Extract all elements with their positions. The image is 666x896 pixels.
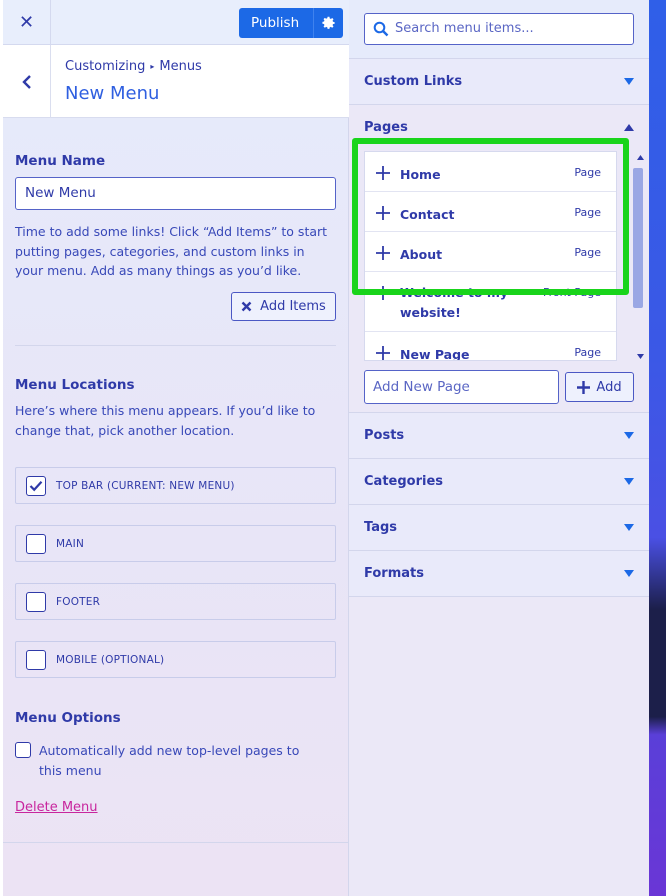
location-checkbox[interactable]: [26, 649, 46, 670]
page-item-new-page[interactable]: New Page Page: [365, 332, 616, 361]
page-item-welcome[interactable]: Welcome to my website! Front Page: [365, 272, 616, 332]
search-placeholder: Search menu items...: [395, 21, 534, 36]
page-item-name: Contact: [400, 207, 455, 222]
page-item-name: New Page: [400, 347, 470, 361]
location-label: MAIN: [56, 537, 84, 550]
section-divider: [15, 345, 336, 346]
search-area: Search menu items...: [349, 0, 649, 59]
section-categories[interactable]: Categories: [349, 459, 649, 505]
menu-locations-help: Here’s where this menu appears. If you’d…: [15, 403, 316, 438]
plus-icon: [376, 206, 390, 220]
section-title: Custom Links: [364, 74, 463, 89]
search-input[interactable]: Search menu items...: [364, 13, 634, 45]
checkmark-icon: [29, 480, 43, 491]
pages-list: Home Page Contact Page About Page Welcom…: [364, 151, 617, 361]
location-top-bar[interactable]: TOP BAR (CURRENT: NEW MENU): [15, 467, 336, 504]
page-item-about[interactable]: About Page: [365, 232, 616, 272]
page-title: New Menu: [65, 83, 160, 104]
page-item-home[interactable]: Home Page: [365, 152, 616, 192]
page-item-type: Page: [574, 166, 601, 179]
section-title: Categories: [364, 474, 444, 489]
plus-icon: [376, 346, 390, 360]
close-icon: [241, 301, 252, 312]
add-items-label: Add Items: [260, 299, 326, 314]
arrow-down-icon: [624, 570, 634, 577]
page-item-type: Front Page: [543, 286, 601, 299]
page-item-type: Page: [574, 246, 601, 259]
menu-locations-label: Menu Locations: [15, 377, 135, 393]
menu-name-help: Time to add some links! Click “Add Items…: [15, 224, 328, 278]
location-checkbox[interactable]: [26, 591, 46, 612]
plus-icon: [376, 286, 390, 300]
customizer-app: ✕ Publish Customizing ▸ Menus New Menu M…: [0, 0, 666, 896]
section-formats[interactable]: Formats: [349, 551, 649, 597]
plus-icon: [376, 166, 390, 180]
section-tags[interactable]: Tags: [349, 505, 649, 551]
scroll-down-icon[interactable]: [637, 354, 644, 359]
publish-group: Publish: [239, 8, 344, 38]
scroll-up-icon[interactable]: [637, 155, 644, 160]
auto-add-label: Automatically add new top-level pages to…: [39, 743, 300, 778]
delete-menu-link[interactable]: Delete Menu: [15, 800, 98, 815]
arrow-down-icon: [624, 524, 634, 531]
menu-options-label: Menu Options: [15, 710, 121, 726]
page-item-name: Welcome to my website!: [400, 285, 509, 320]
location-label: TOP BAR (CURRENT: NEW MENU): [56, 479, 235, 492]
section-posts[interactable]: Posts: [349, 413, 649, 459]
add-page-button[interactable]: Add: [565, 372, 634, 402]
breadcrumb-separator-icon: ▸: [150, 62, 155, 71]
available-menu-items-panel: Search menu items... Custom Links Pages …: [349, 0, 649, 896]
panel-header: Customizing ▸ Menus New Menu: [3, 45, 349, 118]
page-item-type: Page: [574, 206, 601, 219]
chevron-left-icon: [21, 74, 31, 89]
add-new-page-input[interactable]: Add New Page: [364, 370, 559, 404]
breadcrumb: Customizing ▸ Menus: [65, 59, 202, 74]
panel-bottom-divider: [3, 842, 349, 843]
location-main[interactable]: MAIN: [15, 525, 336, 562]
search-icon: [373, 21, 389, 37]
plus-icon: [376, 246, 390, 260]
menu-name-label: Menu Name: [15, 153, 106, 169]
add-items-button[interactable]: Add Items: [231, 292, 336, 321]
page-item-contact[interactable]: Contact Page: [365, 192, 616, 232]
location-label: FOOTER: [56, 595, 101, 608]
arrow-down-icon: [624, 78, 634, 85]
arrow-down-icon: [624, 432, 634, 439]
add-page-label: Add: [596, 379, 622, 395]
breadcrumb-root: Customizing: [65, 59, 146, 74]
publish-settings-button[interactable]: [313, 8, 343, 38]
page-item-name: About: [400, 247, 443, 262]
section-title: Tags: [364, 520, 398, 535]
section-custom-links[interactable]: Custom Links: [349, 59, 649, 105]
close-customizer-button[interactable]: ✕: [3, 0, 51, 45]
plus-icon: [577, 380, 591, 394]
section-title: Formats: [364, 566, 424, 581]
customizer-topbar: ✕ Publish: [3, 0, 349, 45]
section-title: Posts: [364, 428, 405, 443]
location-checkbox[interactable]: [26, 533, 46, 554]
site-preview-edge: [649, 0, 666, 896]
pages-scroll-thumb[interactable]: [633, 168, 643, 308]
menu-settings-panel: ✕ Publish Customizing ▸ Menus New Menu M…: [3, 0, 349, 896]
page-item-name: Home: [400, 167, 441, 182]
location-mobile[interactable]: MOBILE (OPTIONAL): [15, 641, 336, 678]
location-footer[interactable]: FOOTER: [15, 583, 336, 620]
back-button[interactable]: [3, 45, 51, 118]
publish-button[interactable]: Publish: [239, 8, 313, 38]
location-label: MOBILE (OPTIONAL): [56, 653, 165, 666]
auto-add-checkbox[interactable]: [15, 742, 31, 758]
menu-name-input[interactable]: New Menu: [15, 177, 336, 210]
section-title: Pages: [364, 120, 408, 135]
location-checkbox[interactable]: [26, 475, 46, 496]
arrow-down-icon: [624, 478, 634, 485]
breadcrumb-child: Menus: [159, 59, 202, 74]
section-pages[interactable]: Pages: [349, 106, 649, 146]
arrow-up-icon: [624, 124, 634, 131]
close-icon: ✕: [18, 12, 35, 33]
page-item-type: Page: [574, 346, 601, 359]
gear-icon: [322, 16, 335, 29]
